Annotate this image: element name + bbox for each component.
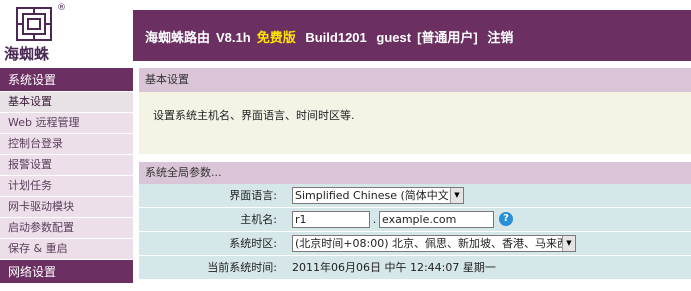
current-user: guest [376, 30, 412, 45]
logo: ® 海蜘蛛 [0, 0, 133, 66]
spacer [139, 154, 691, 162]
section-title: 系统全局参数... [139, 162, 691, 184]
current-time-value: 2011年06月06日 中午 12:44:07 星期一 [292, 261, 496, 274]
chevron-down-icon: ▼ [450, 188, 463, 203]
sidebar-item-nic-drivers[interactable]: 网卡驱动模块 [0, 197, 133, 218]
current-time-label: 当前系统时间: [207, 261, 277, 274]
sidebar-item-alarm[interactable]: 报警设置 [0, 155, 133, 176]
chevron-down-icon: ▼ [562, 236, 575, 251]
product-name: 海蜘蛛路由 [145, 30, 211, 45]
language-label: 界面语言: [229, 189, 277, 202]
sidebar: 系统设置 基本设置 Web 远程管理 控制台登录 报警设置 计划任务 网卡驱动模… [0, 68, 133, 291]
product-version: V8.1h [216, 30, 251, 45]
build-number: Build1201 [305, 30, 367, 45]
hostname-input[interactable]: r1 [292, 211, 370, 228]
top-bar: 海蜘蛛路由 V8.1h 免费版 Build1201 guest [普通用户] 注销 [133, 10, 691, 61]
language-value: Simplified Chinese (简体中文) [295, 189, 454, 202]
help-icon[interactable]: ? [499, 212, 513, 226]
product-info: 海蜘蛛路由 V8.1h 免费版 Build1201 guest [普通用户] 注销 [145, 27, 519, 46]
hostname-row: 主机名: r1. example.com? [139, 208, 691, 232]
sidebar-group-network[interactable]: 网络设置 [0, 260, 133, 284]
sidebar-item-save-restart[interactable]: 保存 & 重启 [0, 239, 133, 260]
timezone-label: 系统时区: [229, 237, 277, 250]
timezone-row: 系统时区: (北京时间+08:00) 北京、佩思、新加坡、香港、马来西亚 ▼ [139, 232, 691, 256]
sidebar-item-console-login[interactable]: 控制台登录 [0, 134, 133, 155]
sidebar-group-system[interactable]: 系统设置 [0, 68, 133, 92]
registered-mark: ® [57, 3, 66, 13]
page-title: 基本设置 [139, 68, 691, 92]
sidebar-item-web-remote[interactable]: Web 远程管理 [0, 113, 133, 134]
edition-badge: 免费版 [256, 30, 296, 45]
logo-text: 海蜘蛛 [4, 47, 50, 63]
main-panel: 基本设置 设置系统主机名、界面语言、时间时区等. 系统全局参数... 界面语言:… [139, 68, 691, 291]
timezone-select[interactable]: (北京时间+08:00) 北京、佩思、新加坡、香港、马来西亚 ▼ [292, 235, 576, 252]
language-select[interactable]: Simplified Chinese (简体中文) ▼ [292, 187, 464, 204]
timezone-value: (北京时间+08:00) 北京、佩思、新加坡、香港、马来西亚 [295, 237, 576, 250]
hostname-label: 主机名: [240, 213, 277, 226]
user-role: [普通用户] [417, 30, 478, 45]
current-time-row: 当前系统时间: 2011年06月06日 中午 12:44:07 星期一 [139, 256, 691, 280]
sidebar-item-basic-settings[interactable]: 基本设置 [0, 92, 133, 113]
sidebar-item-scheduled-tasks[interactable]: 计划任务 [0, 176, 133, 197]
logo-mark-icon [16, 7, 52, 41]
hostname-separator: . [372, 213, 377, 226]
sidebar-item-boot-params[interactable]: 启动参数配置 [0, 218, 133, 239]
domain-input[interactable]: example.com [379, 211, 494, 228]
language-row: 界面语言: Simplified Chinese (简体中文) ▼ [139, 184, 691, 208]
page-description: 设置系统主机名、界面语言、时间时区等. [139, 92, 691, 154]
logout-link[interactable]: 注销 [487, 30, 513, 45]
